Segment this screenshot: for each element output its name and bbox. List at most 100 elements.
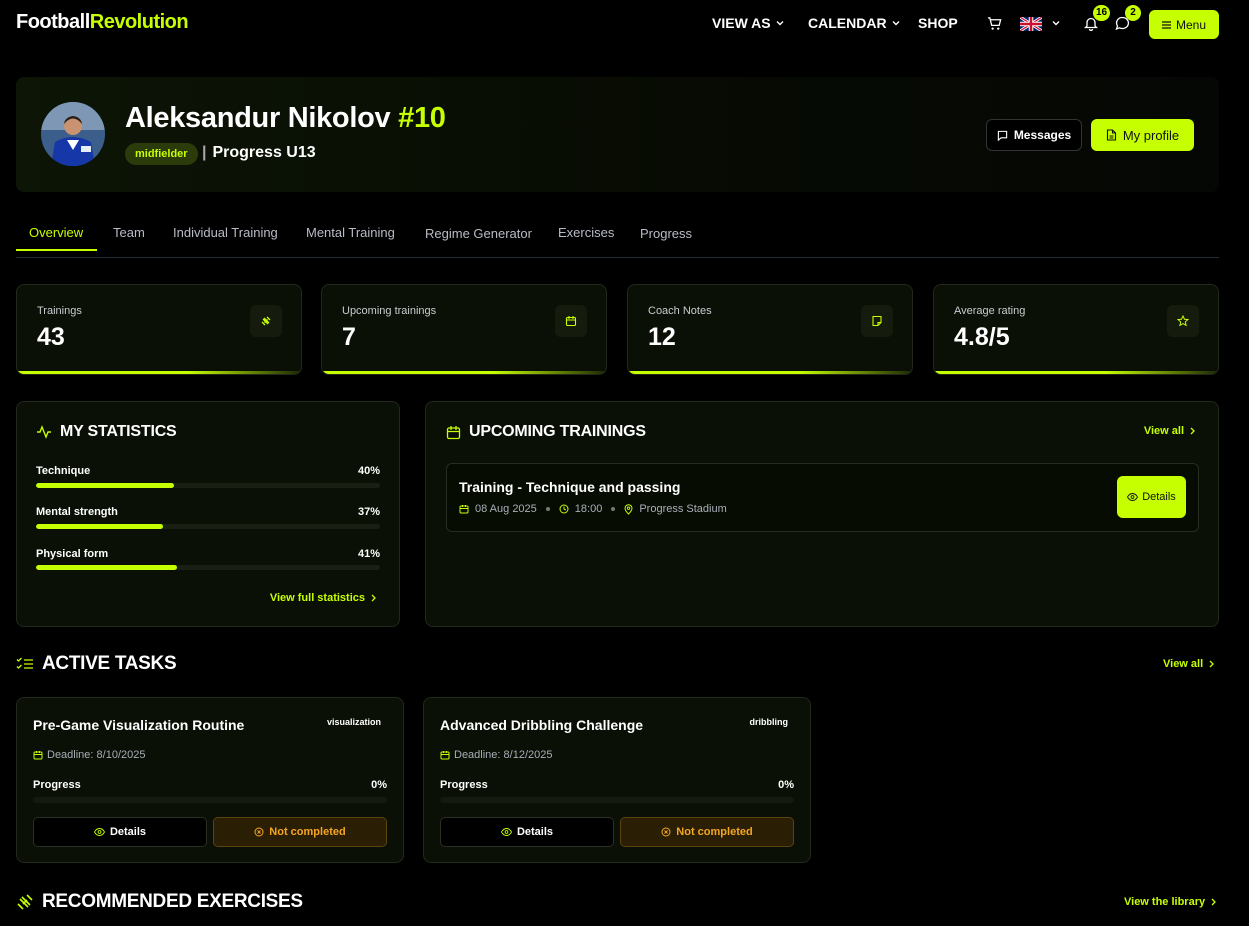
details-label: Details <box>1142 491 1176 503</box>
progress-value: 0% <box>778 779 794 791</box>
progress-track <box>36 565 380 570</box>
tab-regime-generator[interactable]: Regime Generator <box>425 226 532 241</box>
task-title: Advanced Dribbling Challenge <box>440 717 644 733</box>
tab-progress[interactable]: Progress <box>640 226 692 241</box>
chevron-right-icon <box>1190 427 1195 435</box>
status-label: Not completed <box>676 826 753 838</box>
menu-label: Menu <box>1175 17 1207 32</box>
task-card: Advanced Dribbling Challenge dribbling D… <box>423 697 811 863</box>
clock-icon <box>559 504 569 514</box>
profile-tabs: Overview Team Individual Training Mental… <box>16 218 1219 258</box>
panel-title-text: UPCOMING TRAININGS <box>469 423 646 440</box>
link-label: View full statistics <box>269 592 365 604</box>
logo-part-2: Revolution <box>89 11 189 33</box>
training-location: Progress Stadium <box>639 503 727 515</box>
team-name: Progress U13 <box>212 144 316 161</box>
training-meta: 08 Aug 2025 18:00 Progress Stadium <box>459 503 727 515</box>
stat-label: Upcoming trainings <box>342 305 437 317</box>
stat-card-trainings: Trainings 43 <box>16 284 302 375</box>
notifications-badge: 16 <box>1093 5 1111 21</box>
task-card: Pre-Game Visualization Routine visualiza… <box>16 697 404 863</box>
calendar-icon <box>446 425 461 439</box>
stat-label: Coach Notes <box>648 305 712 317</box>
link-label: View the library <box>1124 896 1206 908</box>
progress-track <box>440 797 794 803</box>
tab-mental-training[interactable]: Mental Training <box>306 225 395 240</box>
my-profile-button[interactable]: My profile <box>1091 119 1194 151</box>
stat-accent-bar <box>628 371 912 374</box>
recommended-exercises-heading: RECOMMENDED EXERCISES <box>16 891 303 913</box>
stat-value: 12 <box>648 323 676 351</box>
position-badge: midfielder <box>125 143 198 165</box>
chevron-down-icon <box>892 21 900 26</box>
task-status-button[interactable]: Not completed <box>620 817 794 847</box>
progress-track <box>36 483 380 488</box>
team-line: | Progress U13 <box>202 144 316 162</box>
chat-icon <box>997 130 1007 141</box>
chevron-right-icon <box>1209 660 1215 668</box>
stat-label: Average rating <box>954 305 1026 317</box>
x-circle-icon <box>254 827 264 837</box>
progress-label: Progress <box>440 779 488 791</box>
panel-title-text: MY STATISTICS <box>60 423 177 440</box>
separator: | <box>202 144 207 161</box>
stat-card-upcoming-trainings: Upcoming trainings 7 <box>321 284 607 375</box>
task-deadline: Deadline: 8/12/2025 <box>440 749 552 761</box>
tab-individual-training[interactable]: Individual Training <box>173 225 278 240</box>
eye-icon <box>93 828 105 836</box>
x-circle-icon <box>661 827 671 837</box>
messages-badge: 2 <box>1125 5 1141 21</box>
dumbbell-icon <box>17 894 33 910</box>
progress-fill <box>36 524 164 529</box>
logo-part-1: Football <box>16 11 90 33</box>
task-details-button[interactable]: Details <box>33 817 207 847</box>
link-label: View all <box>1163 658 1204 670</box>
shop-link[interactable]: SHOP <box>918 15 958 31</box>
messages-label: Messages <box>1013 128 1072 142</box>
chevron-down-icon[interactable] <box>1051 18 1061 28</box>
tab-team[interactable]: Team <box>113 225 145 240</box>
metric-value: 40% <box>357 465 380 477</box>
profile-header: Aleksandur Nikolov #10 midfielder | Prog… <box>16 77 1219 192</box>
language-selector[interactable] <box>1020 17 1042 31</box>
details-label: Details <box>109 826 147 838</box>
map-pin-icon <box>624 503 633 515</box>
view-all-trainings-link[interactable]: View all <box>1144 425 1196 437</box>
deadline-text: Deadline: 8/12/2025 <box>454 749 553 761</box>
chevron-right-icon <box>1211 898 1217 906</box>
stat-card-coach-notes: Coach Notes 12 <box>627 284 913 375</box>
progress-fill <box>36 483 174 488</box>
view-all-tasks-link[interactable]: View all <box>1163 658 1215 670</box>
view-library-link[interactable]: View the library <box>1124 896 1217 908</box>
tab-overview[interactable]: Overview <box>29 225 83 240</box>
stat-accent-bar <box>322 371 606 374</box>
task-details-button[interactable]: Details <box>440 817 614 847</box>
view-as-dropdown[interactable]: VIEW AS <box>712 15 785 31</box>
training-time: 18:00 <box>574 503 603 515</box>
stat-accent-bar <box>934 371 1218 374</box>
view-full-statistics-link[interactable]: View full statistics <box>270 592 377 604</box>
menu-button[interactable]: Menu <box>1149 10 1219 39</box>
metric-label: Physical form <box>36 548 109 560</box>
progress-track <box>36 524 380 529</box>
task-status-button[interactable]: Not completed <box>213 817 387 847</box>
cart-icon[interactable] <box>987 16 1002 31</box>
stat-accent-bar <box>17 371 301 374</box>
deadline-text: Deadline: 8/10/2025 <box>47 749 146 761</box>
meta-separator <box>545 507 550 511</box>
activity-icon <box>37 425 51 439</box>
training-list-item: Training - Technique and passing 08 Aug … <box>446 463 1199 532</box>
dumbbell-icon <box>250 305 282 337</box>
eye-icon <box>1127 493 1139 501</box>
messages-button[interactable]: Messages <box>986 119 1082 151</box>
training-details-button[interactable]: Details <box>1117 476 1186 518</box>
upcoming-trainings-title: UPCOMING TRAININGS <box>446 423 646 441</box>
task-title: Pre-Game Visualization Routine <box>33 717 245 733</box>
tab-exercises[interactable]: Exercises <box>558 225 614 240</box>
calendar-dropdown[interactable]: CALENDAR <box>808 15 901 31</box>
section-title-text: ACTIVE TASKS <box>42 653 177 674</box>
player-name: Aleksandur Nikolov <box>125 102 391 134</box>
task-tag: visualization <box>326 717 381 727</box>
upcoming-trainings-panel: UPCOMING TRAININGS View all Training - T… <box>425 401 1219 627</box>
logo[interactable]: FootballRevolution <box>16 11 189 34</box>
